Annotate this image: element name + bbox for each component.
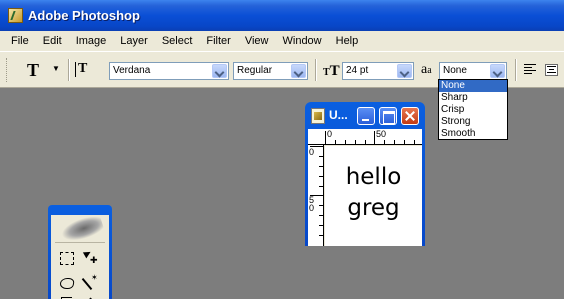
ruler-tick (310, 146, 324, 147)
anti-alias-select[interactable]: None (439, 62, 507, 80)
vertical-ruler[interactable]: 0 5 0 (308, 145, 324, 246)
chevron-down-icon[interactable] (291, 64, 306, 78)
ruler-tick (319, 156, 324, 157)
ruler-label: 0 (327, 129, 333, 139)
anti-alias-options-list: None Sharp Crisp Strong Smooth (438, 79, 508, 140)
image-canvas[interactable]: hello greg (325, 146, 422, 246)
ruler-tick (384, 140, 385, 145)
anti-alias-option-crisp[interactable]: Crisp (439, 104, 507, 116)
options-separator (68, 59, 70, 81)
font-family-select[interactable]: Verdana (109, 62, 229, 80)
anti-alias-icon: aa (421, 62, 432, 77)
app-title: Adobe Photoshop (28, 8, 140, 23)
magic-wand-tool-icon[interactable] (82, 273, 100, 292)
options-separator (515, 59, 517, 81)
app-title-bar[interactable]: Adobe Photoshop (0, 0, 564, 31)
ruler-tick (319, 215, 324, 216)
crop-tool-icon[interactable] (58, 295, 76, 299)
chevron-down-icon[interactable] (212, 64, 227, 78)
ruler-tick (310, 195, 324, 196)
font-family-value: Verdana (113, 65, 151, 76)
ruler-tick (365, 140, 366, 145)
chevron-down-icon[interactable] (490, 64, 505, 78)
ruler-tick (345, 140, 346, 145)
anti-alias-option-sharp[interactable]: Sharp (439, 92, 507, 104)
chevron-down-icon[interactable] (397, 64, 412, 78)
anti-alias-option-none[interactable]: None (439, 80, 507, 92)
document-body: 0 50 0 5 0 hello greg (308, 129, 422, 246)
ruler-tick (319, 205, 324, 206)
document-window[interactable]: U... 0 50 0 5 0 hello greg (305, 102, 425, 246)
ruler-tick (355, 140, 356, 145)
ruler-tick (319, 166, 324, 167)
font-style-value: Regular (237, 65, 273, 76)
ruler-tick (319, 225, 324, 226)
ruler-label: 0 (309, 203, 315, 213)
ruler-tick (335, 140, 336, 145)
menu-image[interactable]: Image (69, 31, 114, 51)
minimize-button[interactable] (357, 107, 375, 125)
document-title: U... (329, 108, 348, 122)
type-tool-preset-icon[interactable]: T (27, 60, 39, 81)
feather-logo-icon[interactable] (58, 213, 106, 245)
menu-window[interactable]: Window (276, 31, 329, 51)
menu-select[interactable]: Select (155, 31, 200, 51)
ruler-tick (319, 176, 324, 177)
menu-layer[interactable]: Layer (113, 31, 155, 51)
ruler-tick (319, 186, 324, 187)
canvas-text-line[interactable]: greg (325, 195, 422, 221)
ruler-tick (414, 140, 415, 145)
text-orientation-toggle-icon[interactable]: T (74, 61, 87, 77)
toolbox-divider (55, 242, 105, 243)
font-style-select[interactable]: Regular (233, 62, 308, 80)
close-button[interactable] (401, 107, 419, 125)
tool-preset-dropdown-icon[interactable]: ▼ (52, 64, 60, 73)
lasso-tool-icon[interactable] (58, 274, 76, 292)
menu-bar: File Edit Image Layer Select Filter View… (0, 31, 564, 51)
menu-view[interactable]: View (238, 31, 276, 51)
ruler-tick (319, 235, 324, 236)
menu-help[interactable]: Help (329, 31, 366, 51)
anti-alias-option-smooth[interactable]: Smooth (439, 128, 507, 140)
align-left-icon[interactable] (524, 64, 537, 76)
ruler-label: 0 (309, 147, 315, 157)
marquee-tool-icon[interactable] (58, 250, 76, 268)
ruler-tick (325, 131, 326, 145)
maximize-button[interactable] (379, 107, 397, 125)
photoshop-app-icon (8, 8, 23, 23)
font-size-select[interactable]: 24 pt (342, 62, 414, 80)
options-bar-grip[interactable] (6, 58, 9, 82)
horizontal-ruler[interactable]: 0 50 (308, 129, 422, 145)
align-center-icon[interactable] (545, 64, 558, 76)
slice-tool-icon[interactable] (82, 295, 100, 299)
ruler-label: 50 (376, 129, 387, 139)
font-size-icon: TT (323, 63, 340, 79)
ruler-tick (394, 140, 395, 145)
toolbox-body (51, 213, 109, 299)
menu-edit[interactable]: Edit (36, 31, 69, 51)
canvas-text-line[interactable]: hello (325, 164, 422, 190)
menu-file[interactable]: File (4, 31, 36, 51)
toolbox-panel[interactable] (48, 205, 112, 299)
options-separator (315, 59, 317, 81)
ruler-tick (374, 131, 375, 145)
menu-filter[interactable]: Filter (199, 31, 237, 51)
font-size-value: 24 pt (346, 65, 369, 76)
move-tool-icon[interactable] (82, 248, 100, 266)
ruler-tick (404, 140, 405, 145)
anti-alias-option-strong[interactable]: Strong (439, 116, 507, 128)
anti-alias-value: None (443, 65, 467, 76)
document-icon (311, 108, 325, 124)
